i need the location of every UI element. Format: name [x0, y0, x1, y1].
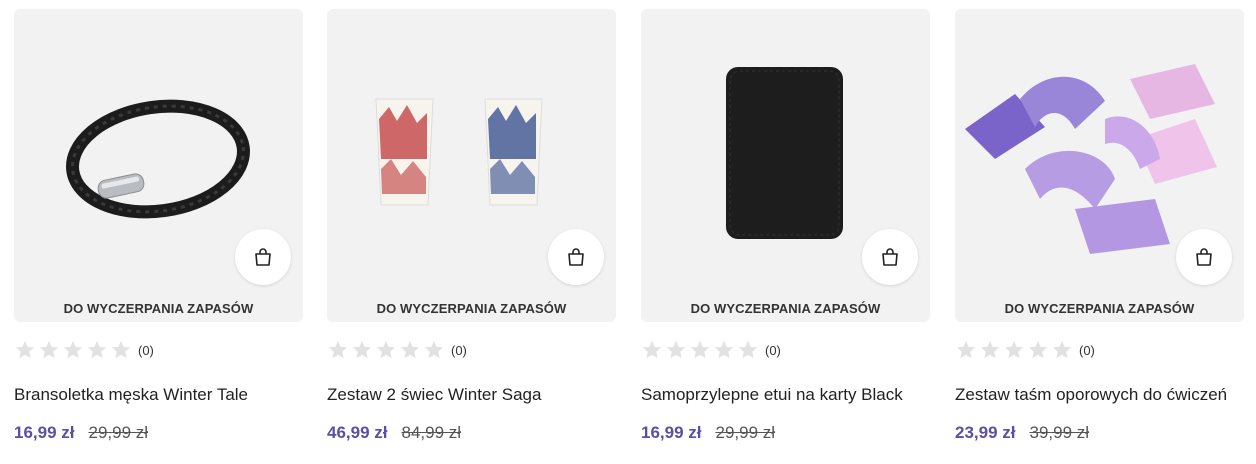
star-icon [63, 340, 83, 359]
current-price: 46,99 zł [327, 423, 388, 442]
rating[interactable]: (0) [14, 339, 303, 361]
product-name[interactable]: Samoprzylepne etui na karty Black [641, 385, 930, 405]
rating-count: (0) [138, 342, 154, 358]
price-row: 23,99 zł 39,99 zł [955, 423, 1244, 443]
star-icon [1028, 340, 1048, 359]
star-icon [980, 340, 1000, 359]
product-card[interactable]: DO WYCZERPANIA ZAPASÓW (0) Zestaw taśm o… [955, 9, 1244, 443]
product-name[interactable]: Zestaw taśm oporowych do ćwiczeń [955, 385, 1244, 405]
old-price: 39,99 zł [1029, 423, 1090, 442]
shopping-bag-icon [882, 248, 898, 266]
product-card[interactable]: DO WYCZERPANIA ZAPASÓW (0) Bransoletka m… [14, 9, 303, 443]
star-icon [328, 340, 348, 359]
rating-stars [14, 339, 132, 361]
star-icon [376, 340, 396, 359]
add-to-cart-button[interactable] [235, 229, 291, 285]
add-to-cart-button[interactable] [1176, 229, 1232, 285]
old-price: 29,99 zł [88, 423, 149, 442]
stock-badge: DO WYCZERPANIA ZAPASÓW [63, 301, 254, 316]
rating-stars [955, 339, 1073, 361]
star-icon [738, 340, 758, 359]
rating-count: (0) [451, 342, 467, 358]
star-icon [714, 340, 734, 359]
add-to-cart-button[interactable] [862, 229, 918, 285]
shopping-bag-icon [255, 248, 271, 266]
rating[interactable]: (0) [327, 339, 616, 361]
stock-badge: DO WYCZERPANIA ZAPASÓW [376, 301, 567, 316]
old-price: 29,99 zł [715, 423, 776, 442]
product-image-box[interactable]: DO WYCZERPANIA ZAPASÓW [955, 9, 1244, 322]
star-icon [1052, 340, 1072, 359]
price-row: 16,99 zł 29,99 zł [14, 423, 303, 443]
star-icon [642, 340, 662, 359]
rating[interactable]: (0) [641, 339, 930, 361]
star-icon [690, 340, 710, 359]
current-price: 16,99 zł [14, 423, 75, 442]
product-card[interactable]: DO WYCZERPANIA ZAPASÓW (0) Zestaw 2 świe… [327, 9, 616, 443]
product-name[interactable]: Bransoletka męska Winter Tale [14, 385, 303, 405]
star-icon [352, 340, 372, 359]
stock-badge: DO WYCZERPANIA ZAPASÓW [690, 301, 881, 316]
current-price: 16,99 zł [641, 423, 702, 442]
price-row: 16,99 zł 29,99 zł [641, 423, 930, 443]
star-icon [1004, 340, 1024, 359]
rating-count: (0) [765, 342, 781, 358]
rating[interactable]: (0) [955, 339, 1244, 361]
star-icon [956, 340, 976, 359]
rating-count: (0) [1079, 342, 1095, 358]
shopping-bag-icon [1196, 248, 1212, 266]
shopping-bag-icon [568, 248, 584, 266]
stock-badge: DO WYCZERPANIA ZAPASÓW [1004, 301, 1195, 316]
star-icon [15, 340, 35, 359]
star-icon [424, 340, 444, 359]
star-icon [666, 340, 686, 359]
product-name[interactable]: Zestaw 2 świec Winter Saga [327, 385, 616, 405]
product-card[interactable]: DO WYCZERPANIA ZAPASÓW (0) Samoprzylepne… [641, 9, 930, 443]
product-grid: DO WYCZERPANIA ZAPASÓW (0) Bransoletka m… [0, 0, 1256, 464]
star-icon [87, 340, 107, 359]
rating-stars [641, 339, 759, 361]
star-icon [39, 340, 59, 359]
product-image-box[interactable]: DO WYCZERPANIA ZAPASÓW [641, 9, 930, 322]
add-to-cart-button[interactable] [548, 229, 604, 285]
star-icon [400, 340, 420, 359]
star-icon [111, 340, 131, 359]
product-image-box[interactable]: DO WYCZERPANIA ZAPASÓW [14, 9, 303, 322]
old-price: 84,99 zł [401, 423, 462, 442]
product-image-box[interactable]: DO WYCZERPANIA ZAPASÓW [327, 9, 616, 322]
price-row: 46,99 zł 84,99 zł [327, 423, 616, 443]
current-price: 23,99 zł [955, 423, 1016, 442]
rating-stars [327, 339, 445, 361]
